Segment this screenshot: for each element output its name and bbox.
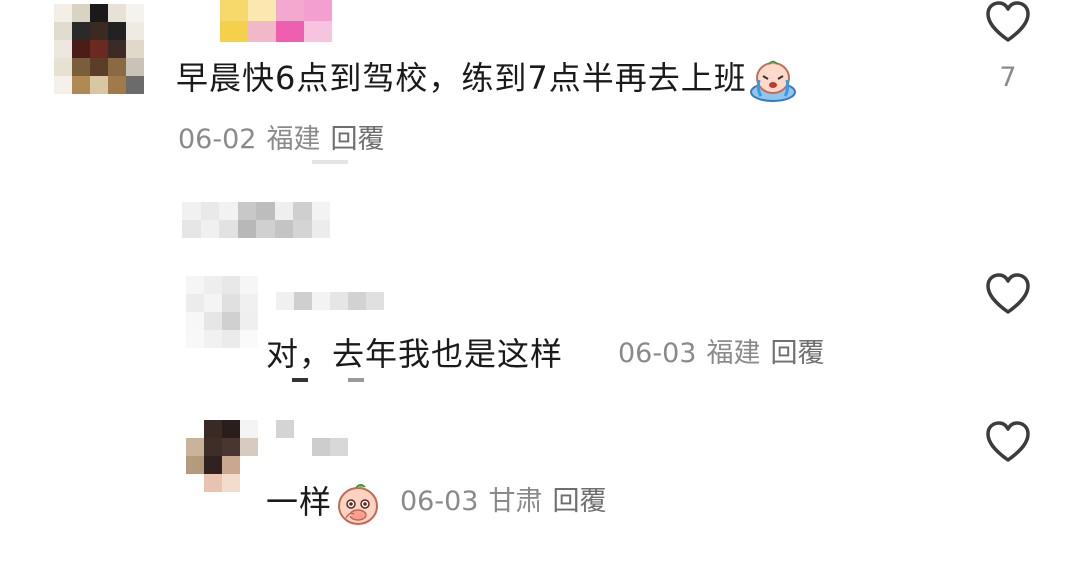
reply-location: 福建 xyxy=(706,338,761,369)
comment-meta: 06-02 福建 回覆 xyxy=(178,122,384,158)
blur-divider xyxy=(348,378,364,382)
reply-text: 一样 xyxy=(266,482,382,526)
blur-divider xyxy=(312,160,348,164)
like-heart-icon[interactable] xyxy=(984,0,1032,44)
peach-emoji xyxy=(338,484,379,525)
reply-avatar[interactable] xyxy=(186,276,258,348)
reply-location: 甘肃 xyxy=(488,486,543,517)
like-count: 7 xyxy=(999,62,1017,93)
like-heart-icon[interactable] xyxy=(984,420,1032,464)
blurred-image-top xyxy=(220,0,332,42)
avatar[interactable] xyxy=(54,4,144,94)
comment-date: 06-02 xyxy=(178,124,257,155)
reply-avatar[interactable] xyxy=(186,420,258,492)
reply-date: 06-03 xyxy=(400,486,479,517)
blur-divider xyxy=(292,378,308,382)
like-heart-icon[interactable] xyxy=(984,272,1032,316)
blurred-username xyxy=(276,292,386,310)
crying-emoji xyxy=(749,60,796,102)
reply-button[interactable]: 回覆 xyxy=(552,486,606,517)
blurred-username xyxy=(276,420,348,456)
reply-meta: 06-03 甘肃 回覆 xyxy=(400,484,606,520)
comment-location: 福建 xyxy=(266,124,321,155)
reply-date: 06-03 xyxy=(618,338,697,369)
reply-button[interactable]: 回覆 xyxy=(770,338,824,369)
comment-text: 早晨快6点到驾校，练到7点半再去上班 xyxy=(176,58,797,102)
reply-button[interactable]: 回覆 xyxy=(330,124,384,155)
comment-thread: 早晨快6点到驾校，练到7点半再去上班 06-02 福建 回覆 7 对，去年我也是这样… xyxy=(0,0,1080,564)
reply-text: 对，去年我也是这样 xyxy=(266,335,564,373)
reply-meta: 06-03 福建 回覆 xyxy=(618,336,824,372)
blurred-reply-toggle[interactable] xyxy=(182,202,330,238)
